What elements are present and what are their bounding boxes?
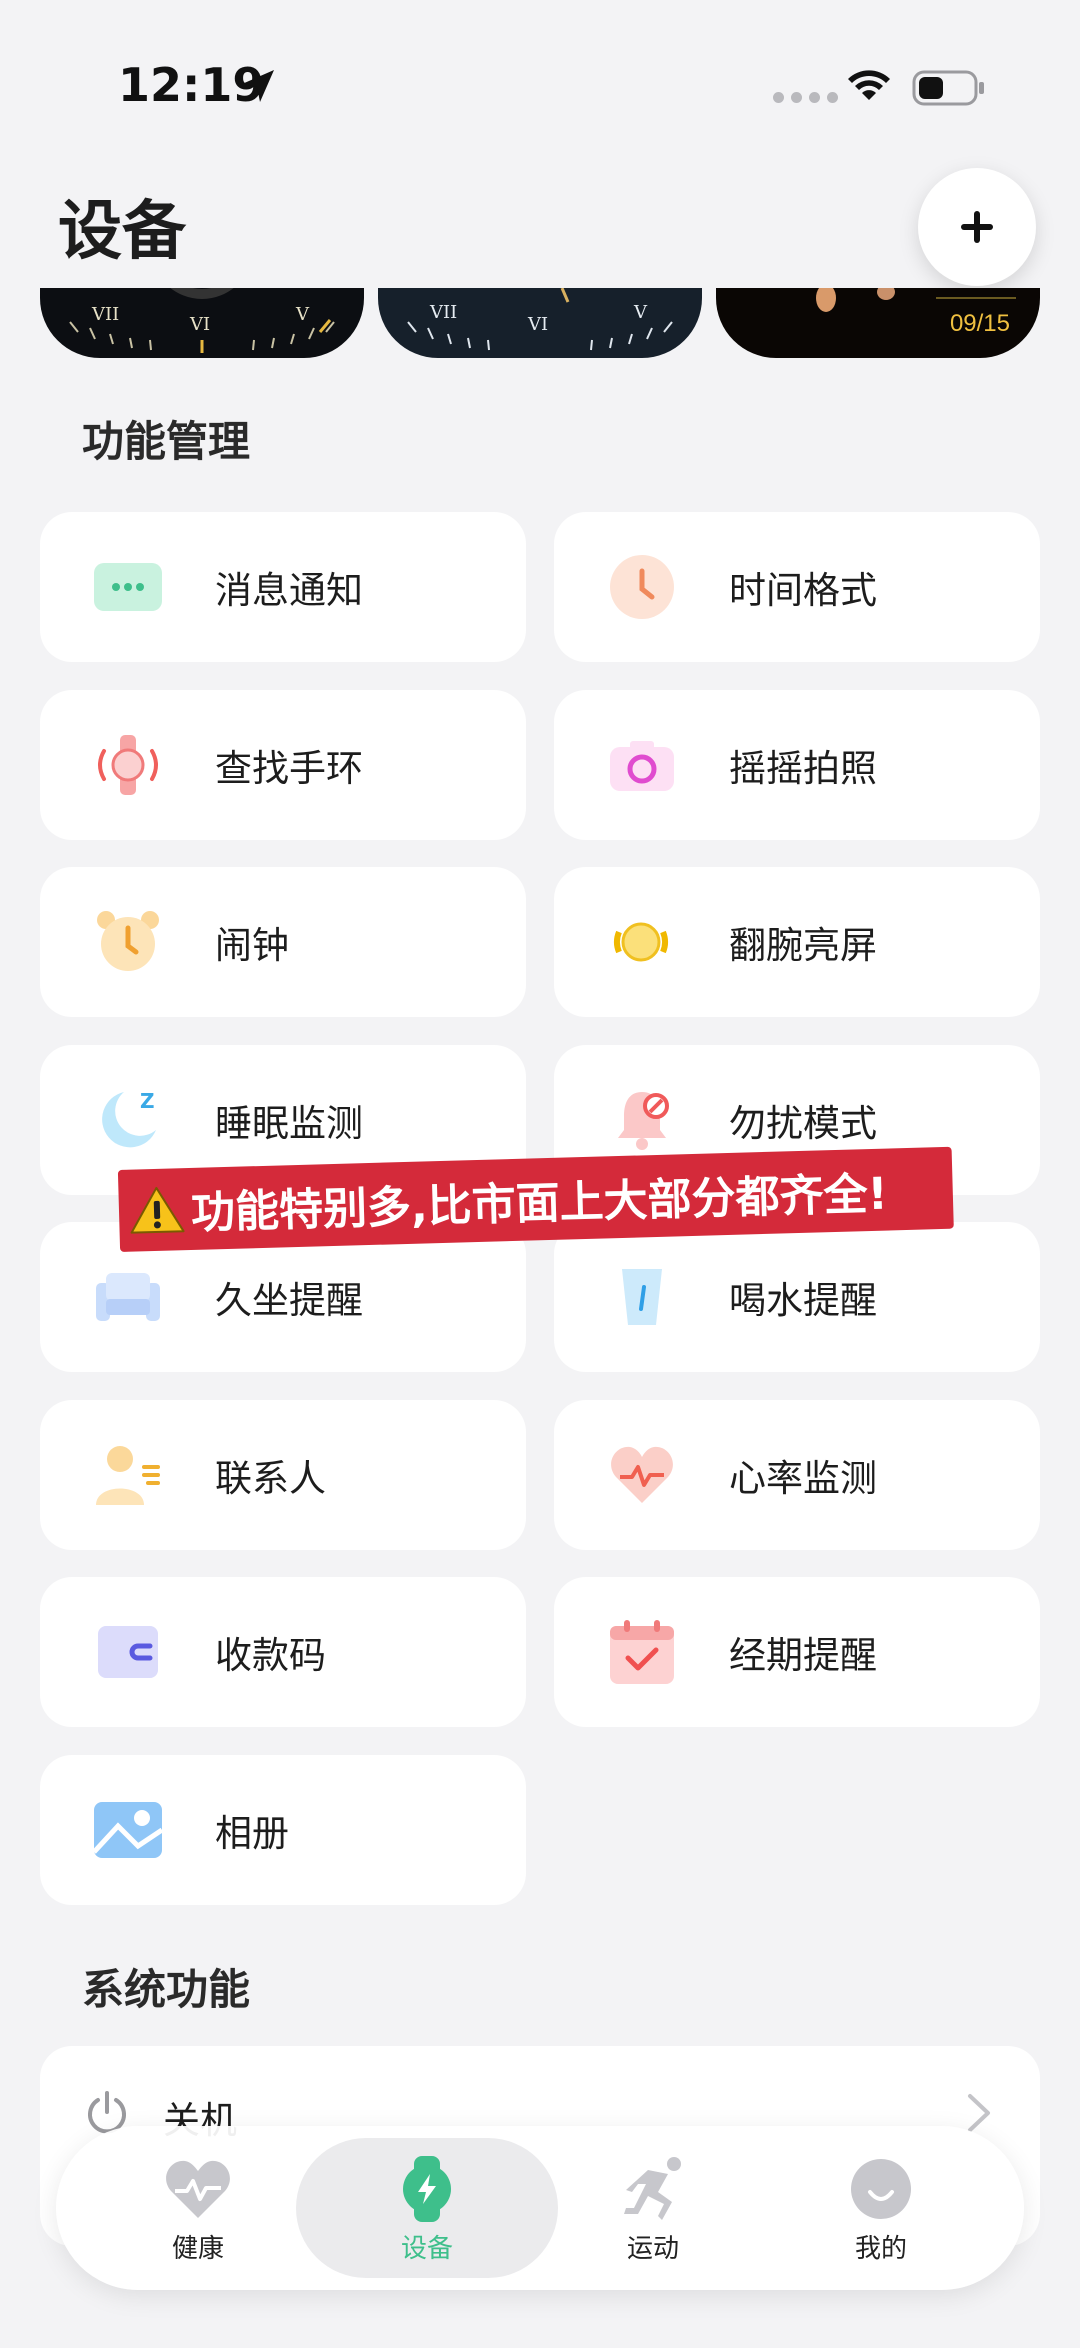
function-card-time-format[interactable]: 时间格式 xyxy=(554,512,1040,662)
tab-label: 健康 xyxy=(171,2234,224,2264)
watch-face-carousel[interactable]: VII VI V VII VI V 09/15 xyxy=(0,288,1080,358)
function-card-album[interactable]: 相册 xyxy=(40,1755,526,1905)
function-card-shake-photo[interactable]: 摇摇拍照 xyxy=(554,690,1040,840)
function-card-alarm[interactable]: 闹钟 xyxy=(40,867,526,1017)
profile-icon xyxy=(851,2159,911,2219)
cellular-signal-icon xyxy=(773,92,838,103)
do-not-disturb-icon xyxy=(618,1092,669,1150)
function-card-payment-code[interactable]: 收款码 xyxy=(40,1577,526,1727)
tab-label: 设备 xyxy=(400,2234,453,2264)
sedentary-icon xyxy=(96,1273,160,1321)
function-label: 联系人 xyxy=(215,1457,326,1500)
function-label: 睡眠监测 xyxy=(215,1102,363,1145)
function-label: 心率监测 xyxy=(729,1457,877,1500)
period-calendar-icon xyxy=(610,1620,674,1684)
function-label: 经期提醒 xyxy=(729,1634,877,1677)
function-card-contacts[interactable]: 联系人 xyxy=(40,1400,526,1550)
tab-label: 运动 xyxy=(626,2234,679,2264)
watch-face-date: 09/15 xyxy=(949,310,1010,337)
add-device-button[interactable] xyxy=(918,168,1036,286)
numeral-v: V xyxy=(634,302,647,323)
water-icon xyxy=(622,1269,662,1325)
payment-code-icon xyxy=(98,1626,158,1678)
wrist-wake-icon xyxy=(614,922,668,962)
alarm-icon xyxy=(97,911,159,971)
function-card-find-band[interactable]: 查找手环 xyxy=(40,690,526,840)
clock-icon xyxy=(610,555,674,619)
numeral-v: V xyxy=(296,304,309,325)
function-label: 勿扰模式 xyxy=(729,1102,877,1145)
numeral-vi: VI xyxy=(190,314,211,335)
function-card-water[interactable]: 喝水提醒 xyxy=(554,1222,1040,1372)
function-label: 久坐提醒 xyxy=(215,1279,363,1322)
tab-label: 我的 xyxy=(854,2234,907,2264)
function-label: 时间格式 xyxy=(729,569,877,612)
find-band-icon xyxy=(98,735,158,795)
watch-icon xyxy=(403,2156,451,2222)
watch-face-2[interactable]: VII VI V xyxy=(378,288,702,358)
album-icon xyxy=(94,1802,162,1858)
heart-rate-icon xyxy=(611,1446,673,1503)
function-label: 查找手环 xyxy=(215,747,363,790)
tab-sport[interactable]: 运动 xyxy=(563,2154,743,2265)
function-card-wrist-wake[interactable]: 翻腕亮屏 xyxy=(554,867,1040,1017)
numeral-vi: VI xyxy=(528,314,549,335)
function-card-period[interactable]: 经期提醒 xyxy=(554,1577,1040,1727)
heart-icon xyxy=(166,2160,230,2218)
page-title: 设备 xyxy=(58,195,186,269)
running-icon xyxy=(624,2157,681,2220)
battery-icon xyxy=(912,70,984,106)
location-arrow-icon xyxy=(242,70,274,102)
function-label: 收款码 xyxy=(215,1634,326,1677)
promo-banner-text: 功能特别多,比市面上大部分都齐全! xyxy=(190,1168,889,1239)
section-title-system: 系统功能 xyxy=(82,1965,251,2014)
plus-icon xyxy=(961,211,993,243)
function-label: 相册 xyxy=(215,1812,289,1855)
camera-icon xyxy=(610,741,674,791)
tab-device[interactable]: 设备 xyxy=(337,2154,517,2265)
contacts-icon xyxy=(96,1446,160,1505)
chevron-right-icon xyxy=(968,2094,990,2132)
tab-profile[interactable]: 我的 xyxy=(791,2154,971,2265)
sleep-icon: Z xyxy=(102,1089,156,1148)
warning-icon xyxy=(130,1186,185,1234)
function-label: 喝水提醒 xyxy=(729,1279,877,1322)
watch-face-3[interactable]: 09/15 xyxy=(716,288,1040,358)
numeral-vii: VII xyxy=(92,304,120,325)
function-label: 翻腕亮屏 xyxy=(729,924,877,967)
section-title-functions: 功能管理 xyxy=(82,417,251,466)
tab-health[interactable]: 健康 xyxy=(108,2154,288,2265)
function-card-message-notify[interactable]: 消息通知 xyxy=(40,512,526,662)
function-label: 消息通知 xyxy=(215,569,363,612)
svg-text:Z: Z xyxy=(140,1089,155,1113)
function-card-heart-rate[interactable]: 心率监测 xyxy=(554,1400,1040,1550)
message-icon xyxy=(94,563,162,611)
function-label: 摇摇拍照 xyxy=(729,747,877,790)
function-label: 闹钟 xyxy=(215,924,289,967)
wifi-icon xyxy=(848,70,890,100)
numeral-vii: VII xyxy=(430,302,458,323)
watch-face-1[interactable]: VII VI V xyxy=(40,288,364,358)
